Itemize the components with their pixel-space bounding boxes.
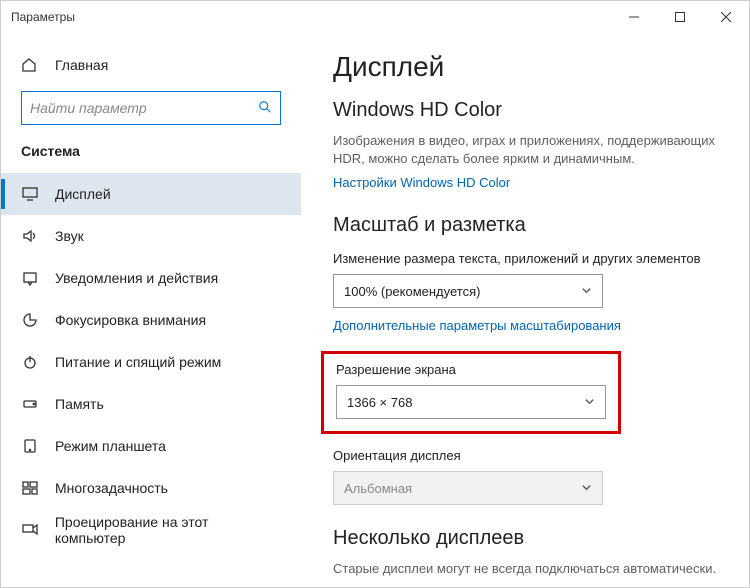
- sidebar-item-label: Режим планшета: [55, 438, 166, 454]
- window-title: Параметры: [11, 10, 75, 24]
- maximize-button[interactable]: [657, 1, 703, 33]
- hdcolor-description: Изображения в видео, играх и приложениях…: [333, 132, 721, 168]
- sidebar-item-label: Питание и спящий режим: [55, 354, 221, 370]
- sidebar-item-focus[interactable]: Фокусировка внимания: [1, 299, 301, 341]
- sidebar-item-sound[interactable]: Звук: [1, 215, 301, 257]
- home-label: Главная: [55, 57, 108, 73]
- sidebar-item-notifications[interactable]: Уведомления и действия: [1, 257, 301, 299]
- scale-heading: Масштаб и разметка: [333, 214, 721, 237]
- sidebar-item-label: Проецирование на этот компьютер: [55, 514, 281, 546]
- sidebar-item-power[interactable]: Питание и спящий режим: [1, 341, 301, 383]
- home-link[interactable]: Главная: [1, 47, 301, 83]
- tablet-icon: [21, 438, 39, 454]
- search-icon: [258, 100, 272, 117]
- category-label: Система: [1, 143, 301, 173]
- hdcolor-heading: Windows HD Color: [333, 99, 721, 122]
- storage-icon: [21, 396, 39, 412]
- multi-heading: Несколько дисплеев: [333, 527, 721, 550]
- chevron-down-icon: [584, 395, 595, 410]
- sidebar-item-storage[interactable]: Память: [1, 383, 301, 425]
- sidebar-item-label: Дисплей: [55, 186, 111, 202]
- resolution-dropdown[interactable]: 1366 × 768: [336, 385, 606, 419]
- search-input[interactable]: [30, 100, 258, 116]
- sidebar: Главная Система Дисплей Звук Уведомления…: [1, 33, 301, 587]
- projecting-icon: [21, 522, 39, 538]
- scale-link[interactable]: Дополнительные параметры масштабирования: [333, 318, 621, 333]
- sound-icon: [21, 228, 39, 244]
- sidebar-item-label: Уведомления и действия: [55, 270, 218, 286]
- sidebar-item-label: Многозадачность: [55, 480, 168, 496]
- page-title: Дисплей: [333, 51, 721, 83]
- power-icon: [21, 354, 39, 370]
- search-box[interactable]: [21, 91, 281, 125]
- sidebar-item-projecting[interactable]: Проецирование на этот компьютер: [1, 509, 301, 551]
- resolution-highlight: Разрешение экрана 1366 × 768: [321, 351, 621, 434]
- main-content: Дисплей Windows HD Color Изображения в в…: [301, 33, 749, 587]
- multi-description: Старые дисплеи могут не всегда подключат…: [333, 560, 721, 578]
- orientation-dropdown: Альбомная: [333, 471, 603, 505]
- orientation-label: Ориентация дисплея: [333, 448, 721, 463]
- focus-icon: [21, 312, 39, 328]
- titlebar: Параметры: [1, 1, 749, 33]
- sidebar-item-label: Фокусировка внимания: [55, 312, 206, 328]
- sidebar-item-display[interactable]: Дисплей: [1, 173, 301, 215]
- sidebar-item-tablet[interactable]: Режим планшета: [1, 425, 301, 467]
- scale-label: Изменение размера текста, приложений и д…: [333, 251, 721, 266]
- sidebar-item-label: Память: [55, 396, 104, 412]
- scale-value: 100% (рекомендуется): [344, 284, 480, 299]
- orientation-value: Альбомная: [344, 481, 412, 496]
- home-icon: [21, 57, 39, 73]
- chevron-down-icon: [581, 284, 592, 299]
- hdcolor-link[interactable]: Настройки Windows HD Color: [333, 175, 510, 190]
- minimize-button[interactable]: [611, 1, 657, 33]
- multitask-icon: [21, 480, 39, 496]
- notifications-icon: [21, 270, 39, 286]
- scale-dropdown[interactable]: 100% (рекомендуется): [333, 274, 603, 308]
- resolution-label: Разрешение экрана: [336, 362, 606, 377]
- sidebar-item-label: Звук: [55, 228, 84, 244]
- resolution-value: 1366 × 768: [347, 395, 412, 410]
- sidebar-item-multitask[interactable]: Многозадачность: [1, 467, 301, 509]
- close-button[interactable]: [703, 1, 749, 33]
- chevron-down-icon: [581, 481, 592, 496]
- display-icon: [21, 186, 39, 202]
